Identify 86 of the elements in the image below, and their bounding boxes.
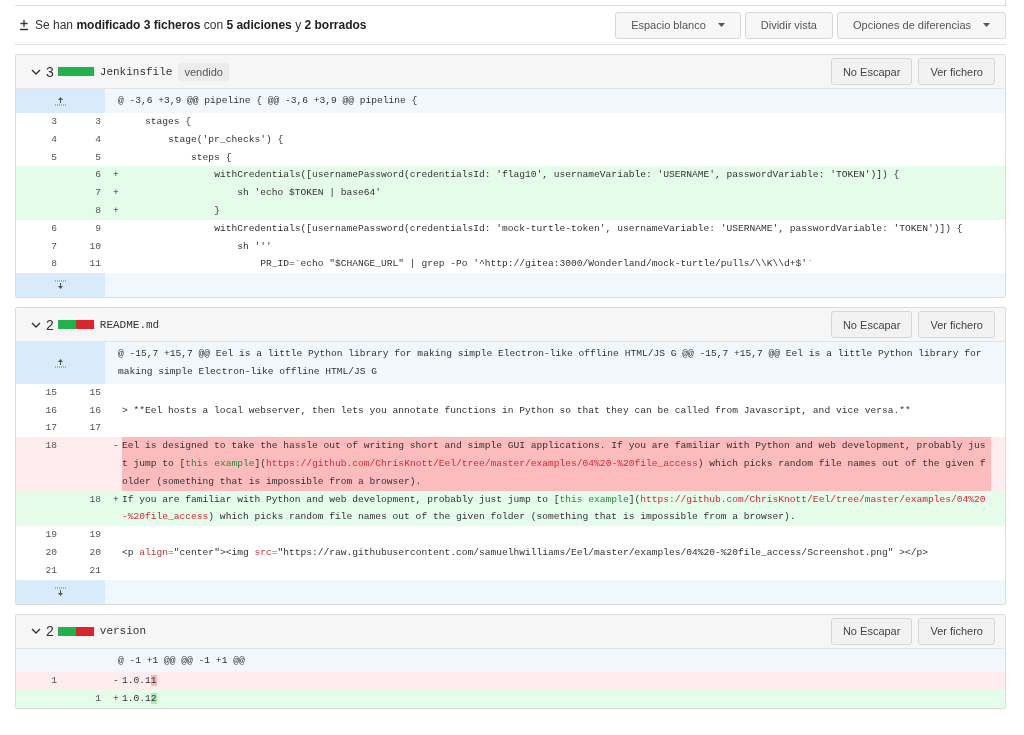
line-number: 7 <box>94 186 102 201</box>
line-number: 15 <box>88 385 102 400</box>
code-line: If you are familiar with Python and web development, probably just jump to [this example](https://github.com/ChrisKnott/Eel/tree/master/examples/04%20-%20file_access) which picks random file names out of the given folder (something that is impossible from a browser). <box>122 492 987 525</box>
line-number: 21 <box>44 563 58 578</box>
line-number: 21 <box>88 563 102 578</box>
dropdown-button[interactable]: Espacio blanco <box>615 11 741 39</box>
diff-sign: + <box>112 186 120 201</box>
view-file-button[interactable]: Ver fichero <box>918 58 995 85</box>
diff-summary-text: Se han modificado 3 ficheros con 5 adiciones y 2 borrados <box>35 18 367 32</box>
line-number: 15 <box>44 385 58 400</box>
change-count: 3 <box>46 63 54 80</box>
line-number: 19 <box>44 528 58 543</box>
line-number: 3 <box>50 115 58 129</box>
diffstat-bar <box>57 320 94 330</box>
file-name: README.md <box>99 318 160 331</box>
expand-up-icon <box>55 96 66 106</box>
hunk-header: @ -15,7 +15,7 @@ Eel is a little Python library for making simple Electron-like offline HTML/JS G @@ -15,7 +15,7 @@ Eel is a little Python library for making simple Electron-like offline HTML/JS G <box>118 347 983 379</box>
line-number: 6 <box>94 168 102 183</box>
line-number: 6 <box>50 221 58 236</box>
line-number: 16 <box>88 403 102 418</box>
diffstat-bar <box>57 67 94 76</box>
line-number: 3 <box>94 115 102 129</box>
vendored-label: vendido <box>178 62 229 81</box>
line-number: 1 <box>50 674 58 689</box>
line-number: 17 <box>44 421 58 436</box>
line-number: 19 <box>88 528 102 543</box>
line-number: 16 <box>44 403 58 418</box>
view-file-button[interactable]: Ver fichero <box>918 617 995 645</box>
unescape-button[interactable]: No Escapar <box>830 617 913 645</box>
line-number: 18 <box>44 439 58 454</box>
change-count: 2 <box>46 316 54 333</box>
line-number: 10 <box>88 239 102 254</box>
line-number: 4 <box>94 132 102 147</box>
expand-down-icon <box>55 586 66 597</box>
line-number: 20 <box>44 545 58 560</box>
code-line: stages { <box>144 115 192 129</box>
line-number: 17 <box>88 421 102 436</box>
diff-sign: + <box>112 168 120 183</box>
hunk-header: @ -3,6 +3,9 @@ pipeline { @@ -3,6 +3,9 @@ pipeline { <box>118 94 418 108</box>
caret-icon <box>717 23 725 27</box>
code-line: withCredentials([usernamePassword(credentialsId: 'mock-turtle-token', usernameVariable: 'USERNAME', passwordVariable: 'TOKEN')]) { <box>213 221 963 236</box>
code-line: PR_ID=`echo "$CHANGE_URL" | grep -Po '^http://gitea:3000/Wonderland/mock-turtle/pulls/\\K\\d+$'` <box>259 257 813 272</box>
code-line: > **Eel hosts a local webserver, then lets you annotate functions in Python so that they can be called from Javascript, and vice versa.** <box>122 403 911 418</box>
hunk-header: @ -1 +1 @@ @@ -1 +1 @@ <box>118 653 245 668</box>
code-line: } <box>213 204 220 218</box>
expand-up-icon <box>55 357 66 368</box>
line-number: 8 <box>94 204 102 218</box>
code-line: 1.0.12 <box>122 692 157 707</box>
expand-down-icon <box>55 280 66 291</box>
expand-button[interactable] <box>16 89 105 113</box>
code-line: sh ''' <box>236 239 272 254</box>
diff-sign: - <box>112 439 120 454</box>
caret-icon <box>983 23 990 27</box>
dropdown-button[interactable]: Opciones de diferencias <box>837 11 1006 39</box>
diff-icon <box>19 19 29 31</box>
expand-button[interactable] <box>16 579 105 604</box>
line-number: 20 <box>88 545 102 560</box>
view-file-button[interactable]: Ver fichero <box>918 311 995 339</box>
change-count: 2 <box>46 623 54 640</box>
diff-sign: + <box>112 492 120 507</box>
unescape-button[interactable]: No Escapar <box>830 58 913 85</box>
code-line: <p align="center"><img src="https://raw.githubusercontent.com/samuelhwilliams/Eel/master/examples/04%20-%20file_access/Screenshot.png" ></p> <box>122 545 929 560</box>
code-line: sh 'echo $TOKEN | base64' <box>236 186 382 201</box>
unescape-button[interactable]: No Escapar <box>830 311 913 339</box>
diff-sign: + <box>112 692 120 707</box>
line-number: 18 <box>88 492 102 507</box>
view-button[interactable]: Dividir vista <box>744 11 833 39</box>
diff-sign: - <box>112 674 120 689</box>
line-number: 11 <box>88 257 102 272</box>
line-number: 7 <box>50 239 58 254</box>
code-line: steps { <box>190 150 232 165</box>
code-line: withCredentials([usernamePassword(credentialsId: 'flag10', usernameVariable: 'USERNAME', passwordVariable: 'TOKEN')]) { <box>213 168 900 183</box>
line-number: 4 <box>50 132 58 147</box>
line-number: 1 <box>94 692 102 707</box>
code-line: 1.0.11 <box>122 674 157 689</box>
expand-button[interactable] <box>16 273 105 298</box>
diffstat-bar <box>57 626 94 636</box>
line-number: 8 <box>50 257 58 272</box>
diff-sign: + <box>112 204 120 218</box>
line-number: 5 <box>50 150 58 165</box>
file-name: Jenkinsfile <box>99 65 173 78</box>
expand-button[interactable] <box>16 342 105 384</box>
line-number: 9 <box>94 221 102 236</box>
code-line: stage('pr_checks') { <box>167 132 284 147</box>
file-name: version <box>99 625 146 638</box>
line-number: 5 <box>94 150 102 165</box>
